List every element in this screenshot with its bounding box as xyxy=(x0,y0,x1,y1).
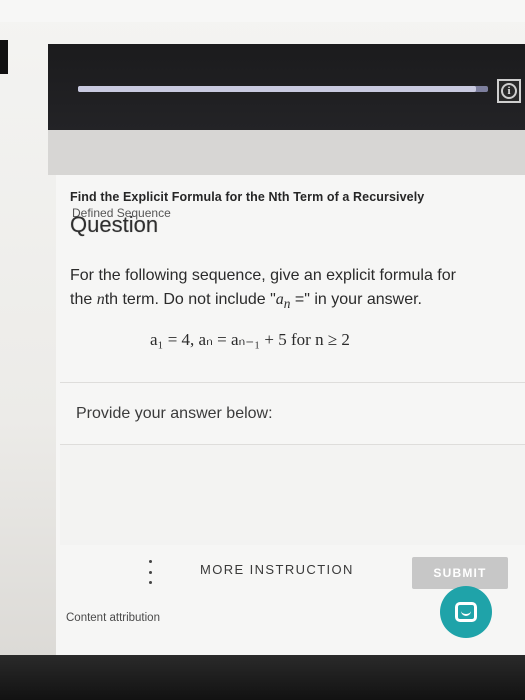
submit-button[interactable]: SUBMIT xyxy=(412,557,508,589)
section-band xyxy=(48,130,525,175)
question-heading: Question xyxy=(70,212,159,237)
chat-button[interactable] xyxy=(440,586,492,638)
top-strip xyxy=(0,0,525,22)
progress-bar[interactable] xyxy=(78,86,488,92)
question-title: Find the Explicit Formula for the Nth Te… xyxy=(70,190,425,204)
info-button[interactable]: i xyxy=(497,79,521,103)
device-bezel xyxy=(0,655,525,700)
question-line-2: the nth term. Do not include "an =" in y… xyxy=(70,291,422,312)
kebab-menu-icon[interactable] xyxy=(147,560,153,584)
more-instruction-button[interactable]: MORE INSTRUCTION xyxy=(200,562,354,577)
recursive-formula: a₁ = 4, aₙ = aₙ₋₁ + 5 for n ≥ 2 xyxy=(150,330,350,349)
progress-fill xyxy=(78,86,476,92)
question-line-1: For the following sequence, give an expl… xyxy=(70,267,456,284)
answer-prompt: Provide your answer below: xyxy=(76,405,273,422)
chat-icon xyxy=(455,602,477,622)
question-text: For the following sequence, give an expl… xyxy=(70,264,525,316)
left-edge-bar xyxy=(0,40,8,74)
divider xyxy=(60,382,525,383)
content-attribution-link[interactable]: Content attribution xyxy=(66,612,160,624)
info-icon: i xyxy=(501,83,517,99)
answer-input-area[interactable] xyxy=(60,445,525,545)
